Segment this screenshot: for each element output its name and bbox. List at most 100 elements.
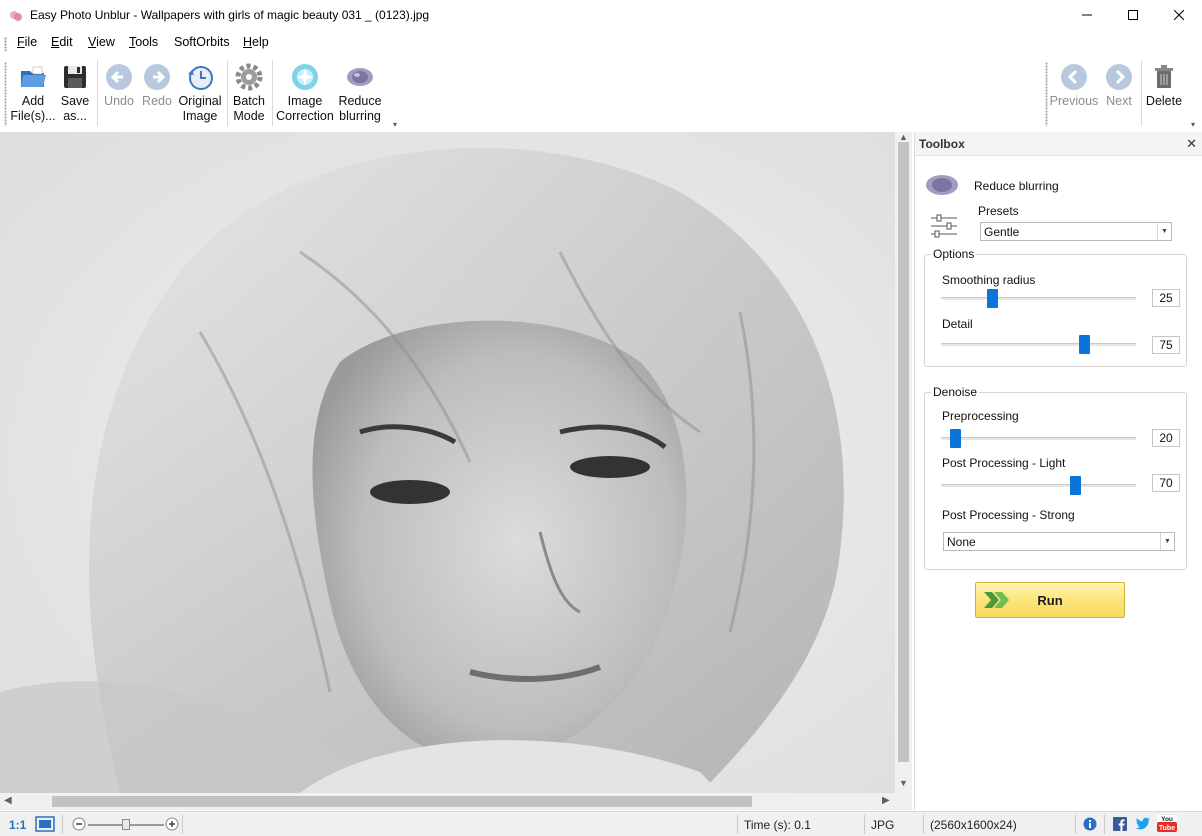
horizontal-scrollbar[interactable]: ◀ ▶	[0, 793, 895, 810]
info-icon[interactable]	[1083, 817, 1097, 831]
status-separator	[923, 815, 924, 834]
post-light-value[interactable]: 70	[1152, 474, 1180, 492]
slider-thumb[interactable]	[1070, 476, 1081, 495]
toolbox-title: Toolbox	[919, 137, 965, 151]
status-separator	[62, 815, 63, 834]
detail-value[interactable]: 75	[1152, 336, 1180, 354]
scroll-right-icon[interactable]: ▶	[882, 795, 890, 806]
minimize-icon	[1082, 14, 1092, 16]
presets-dropdown[interactable]: Gentle ▼	[980, 222, 1172, 241]
scroll-left-icon[interactable]: ◀	[4, 795, 12, 806]
menu-edit[interactable]: Edit	[51, 35, 73, 49]
save-as-button[interactable]: Save as...	[58, 58, 92, 130]
blur-eye-icon	[926, 175, 958, 195]
slider-track	[941, 343, 1136, 346]
toolbar-overflow-icon[interactable]: ▾	[1191, 120, 1195, 129]
original-image-button[interactable]: Original Image	[177, 58, 223, 130]
fit-to-window-icon[interactable]	[35, 816, 55, 832]
smoothing-radius-slider[interactable]	[941, 289, 1136, 308]
preprocessing-slider[interactable]	[941, 429, 1136, 448]
presets-label: Presets	[978, 204, 1019, 218]
smoothing-radius-value[interactable]: 25	[1152, 289, 1180, 307]
run-button[interactable]: Run	[975, 582, 1125, 618]
sliders-icon	[931, 214, 957, 238]
image-dimensions: (2560x1600x24)	[930, 818, 1017, 832]
scroll-corner	[895, 793, 912, 810]
zoom-actual-size-button[interactable]: 1:1	[9, 818, 26, 832]
slider-thumb[interactable]	[950, 429, 961, 448]
maximize-button[interactable]	[1110, 0, 1156, 30]
menu-view[interactable]: View	[88, 35, 115, 49]
redo-arrow-icon	[144, 64, 170, 90]
menu-file[interactable]: File	[17, 35, 37, 49]
minimize-button[interactable]	[1064, 0, 1110, 30]
zoom-slider[interactable]	[88, 819, 164, 830]
scroll-up-icon[interactable]: ▲	[899, 132, 908, 142]
toolbox-panel: Toolbox ✕ Reduce blurring Presets Gentle…	[914, 132, 1202, 810]
status-separator	[1104, 815, 1105, 834]
twitter-icon[interactable]	[1135, 817, 1151, 831]
smoothing-radius-label: Smoothing radius	[942, 273, 1036, 287]
zoom-slider-thumb[interactable]	[122, 819, 130, 830]
trash-icon	[1155, 65, 1173, 88]
floppy-disk-icon	[64, 66, 86, 88]
post-strong-dropdown[interactable]: None ▼	[943, 532, 1175, 551]
preprocessing-value[interactable]: 20	[1152, 429, 1180, 447]
detail-slider[interactable]	[941, 335, 1136, 354]
status-separator	[864, 815, 865, 834]
status-bar: 1:1 Time (s): 0.1 JPG (2560x1600x24) You…	[0, 811, 1202, 836]
undo-arrow-icon	[106, 64, 132, 90]
blur-eye-icon	[347, 68, 373, 86]
clock-history-icon	[188, 66, 213, 90]
menu-softorbits[interactable]: SoftOrbits	[174, 35, 230, 49]
delete-button[interactable]: Delete	[1144, 58, 1184, 130]
close-icon	[1174, 10, 1184, 20]
slider-thumb[interactable]	[1079, 335, 1090, 354]
reduce-blurring-button[interactable]: Reduce blurring	[336, 58, 384, 130]
status-separator	[737, 815, 738, 834]
next-arrow-icon	[1106, 64, 1132, 90]
add-files-button[interactable]: Add File(s)...	[10, 58, 56, 130]
maximize-icon	[1128, 10, 1138, 20]
close-button[interactable]	[1156, 0, 1202, 30]
image-canvas[interactable]	[0, 132, 895, 793]
sparkle-lens-icon	[292, 64, 318, 90]
menu-tools[interactable]: Tools	[129, 35, 158, 49]
post-light-slider[interactable]	[941, 476, 1136, 495]
status-separator	[182, 815, 183, 834]
denoise-group: Denoise Preprocessing 20 Post Processing…	[924, 385, 1187, 570]
youtube-icon[interactable]: You Tube	[1157, 815, 1177, 833]
denoise-title: Denoise	[931, 385, 980, 399]
vertical-scrollbar[interactable]: ▲ ▼	[895, 132, 912, 793]
redo-button[interactable]: Redo	[139, 58, 175, 130]
undo-button[interactable]: Undo	[101, 58, 137, 130]
slider-track	[941, 297, 1136, 300]
toolbox-close-icon[interactable]: ✕	[1186, 136, 1197, 152]
slider-track	[941, 484, 1136, 487]
toolbar-separator	[227, 60, 228, 126]
previous-arrow-icon	[1061, 64, 1087, 90]
toolbox-header: Toolbox ✕	[915, 132, 1202, 156]
toolbar-separator	[97, 60, 98, 126]
batch-mode-button[interactable]: Batch Mode	[230, 58, 268, 130]
facebook-icon[interactable]	[1113, 817, 1127, 831]
image-correction-button[interactable]: Image Correction	[276, 58, 334, 130]
zoom-in-icon[interactable]	[165, 817, 179, 831]
chevron-down-icon: ▼	[1157, 223, 1171, 240]
detail-label: Detail	[942, 317, 973, 331]
zoom-out-icon[interactable]	[72, 817, 86, 831]
status-separator	[1075, 815, 1076, 834]
toolbar-grip	[4, 62, 7, 126]
post-strong-label: Post Processing - Strong	[942, 508, 1075, 522]
toolbar-separator	[1141, 60, 1142, 126]
next-button[interactable]: Next	[1101, 58, 1137, 130]
app-icon	[10, 11, 22, 21]
scroll-down-icon[interactable]: ▼	[899, 778, 908, 788]
gear-icon	[235, 63, 263, 91]
horizontal-scroll-thumb[interactable]	[52, 796, 752, 807]
slider-thumb[interactable]	[987, 289, 998, 308]
vertical-scroll-thumb[interactable]	[898, 142, 909, 762]
toolbar-overflow-icon[interactable]: ▾	[393, 120, 397, 129]
menu-help[interactable]: Help	[243, 35, 269, 49]
previous-button[interactable]: Previous	[1049, 58, 1099, 130]
